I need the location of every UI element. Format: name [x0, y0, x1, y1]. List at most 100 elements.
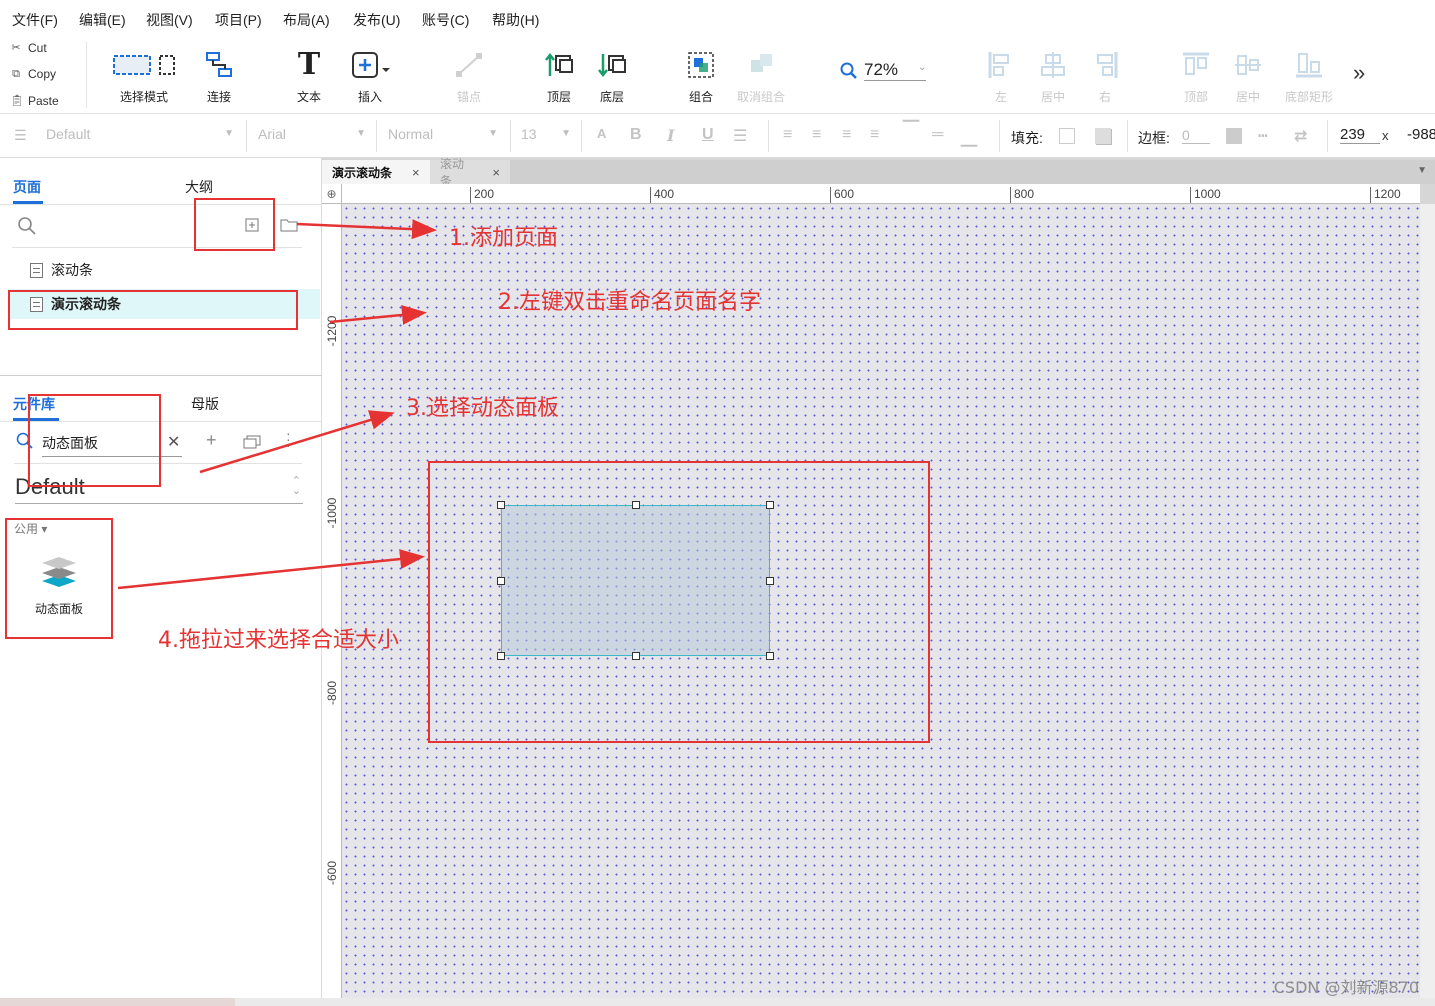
border-style-icon[interactable]: ┅: [1258, 126, 1268, 146]
bring-to-front-button[interactable]: 顶层: [531, 50, 587, 105]
copy-button[interactable]: ⧉ Copy: [10, 67, 56, 81]
doc-tab-active[interactable]: 演示滚动条 ×: [322, 160, 430, 184]
tab-masters[interactable]: 母版: [191, 394, 219, 414]
menu-edit[interactable]: 编辑(E): [79, 10, 126, 30]
font-size-value: 13: [521, 126, 537, 142]
annotation-2: 2.左键双击重命名页面名字: [498, 290, 761, 315]
font-size-select[interactable]: 13 ▼: [521, 126, 571, 142]
toolbar-divider: [86, 42, 87, 108]
page-item[interactable]: 滚动条: [8, 255, 320, 285]
tab-pages[interactable]: 页面: [13, 177, 41, 197]
connector-icon: [206, 52, 232, 77]
send-to-back-button[interactable]: 底层: [584, 50, 640, 105]
doc-tab[interactable]: 滚动条 ×: [430, 157, 510, 188]
font-weight-select[interactable]: Normal ▼: [388, 126, 498, 142]
x-position-input[interactable]: 239: [1340, 126, 1380, 144]
anchor-button[interactable]: 锚点: [441, 50, 497, 105]
select-mode-icon: [113, 55, 175, 75]
font-select[interactable]: Arial ▼: [258, 126, 366, 142]
align-text-right-icon[interactable]: ≡: [842, 126, 851, 144]
ruler-tick: 1200: [1370, 187, 1401, 203]
status-segment: [0, 998, 235, 1006]
valign-top-icon[interactable]: ⎺: [903, 120, 919, 138]
bold-icon[interactable]: B: [630, 126, 642, 144]
align-bottom-button[interactable]: 底部矩形: [1278, 50, 1340, 105]
y-position-input[interactable]: -988: [1407, 126, 1435, 143]
status-bar: [0, 998, 1435, 1006]
align-top-button[interactable]: 顶部: [1168, 50, 1224, 105]
annotation-box-widget: [5, 518, 113, 639]
tab-outline[interactable]: 大纲: [185, 177, 213, 197]
arrow-style-icon[interactable]: ⇄: [1294, 126, 1307, 146]
more-tools-icon[interactable]: »: [1353, 60, 1365, 86]
fill-color-swatch[interactable]: [1059, 128, 1075, 144]
menu-layout[interactable]: 布局(A): [283, 10, 330, 30]
clear-search-icon[interactable]: ✕: [167, 432, 180, 452]
vertical-scrollbar[interactable]: [1420, 204, 1435, 998]
paste-button[interactable]: 📋︎ Paste: [10, 94, 59, 108]
connect-label: 连接: [206, 90, 231, 104]
insert-button[interactable]: 插入: [342, 50, 398, 105]
tabs-menu-icon[interactable]: ▼: [1417, 165, 1427, 176]
align-text-left-icon[interactable]: ≡: [783, 126, 792, 144]
ruler-tick: -1000: [325, 497, 339, 529]
valign-bottom-icon[interactable]: ⎽: [961, 130, 977, 148]
menu-account[interactable]: 账号(C): [422, 10, 469, 30]
align-center-label: 居中: [1040, 90, 1065, 104]
align-right-button[interactable]: 右: [1077, 50, 1133, 105]
cut-button[interactable]: ✂ Cut: [10, 41, 46, 55]
search-icon[interactable]: [17, 216, 37, 236]
style-select-value: Default: [46, 126, 91, 142]
align-middle-button[interactable]: 居中: [1220, 50, 1276, 105]
style-select[interactable]: Default ▼: [46, 126, 234, 142]
bullet-list-icon[interactable]: ☰: [733, 126, 747, 146]
zoom-value[interactable]: 72%: [864, 60, 926, 81]
align-center-button[interactable]: 居中: [1025, 50, 1081, 105]
ruler-tick: 400: [650, 187, 674, 203]
valign-middle-icon[interactable]: ═: [932, 126, 943, 144]
menu-publish[interactable]: 发布(U): [353, 10, 400, 30]
text-tool-button[interactable]: T 文本: [281, 50, 337, 105]
watermark: CSDN @刘新源870: [1273, 978, 1419, 997]
align-right-icon: [1097, 52, 1118, 78]
menu-view[interactable]: 视图(V): [146, 10, 193, 30]
more-options-icon[interactable]: · · ·: [286, 426, 291, 452]
ungroup-button[interactable]: 取消组合: [733, 50, 789, 105]
fill-shadow-icon[interactable]: [1095, 128, 1111, 144]
annotation-4: 4.拖拉过来选择合适大小: [158, 628, 399, 653]
page-item-label: 滚动条: [51, 262, 93, 278]
send-to-back-icon: [598, 54, 626, 78]
ruler-corner-icon[interactable]: ⊕: [322, 184, 342, 204]
insert-label: 插入: [357, 90, 382, 104]
fill-label: 填充:: [1011, 130, 1043, 146]
menu-file[interactable]: 文件(F): [12, 10, 58, 30]
xy-separator: x: [1382, 128, 1389, 143]
divider: [1327, 120, 1328, 152]
paste-icon: 📋︎: [10, 95, 24, 107]
font-color-icon[interactable]: A: [597, 126, 606, 141]
zoom-control[interactable]: 72% ⌄: [840, 60, 926, 81]
border-width-input[interactable]: 0: [1182, 127, 1210, 144]
menu-help[interactable]: 帮助(H): [492, 10, 539, 30]
align-bottom-icon: [1296, 53, 1322, 78]
connect-button[interactable]: 连接: [191, 50, 247, 105]
select-mode-button[interactable]: 选择模式: [100, 50, 188, 105]
library-window-icon[interactable]: [243, 435, 261, 449]
ruler-tick: -800: [325, 680, 339, 706]
divider: [581, 120, 582, 152]
underline-icon[interactable]: U: [702, 126, 714, 144]
border-color-swatch[interactable]: [1226, 128, 1242, 144]
close-icon[interactable]: ×: [412, 165, 420, 180]
add-library-icon[interactable]: +: [206, 430, 217, 451]
align-text-center-icon[interactable]: ≡: [812, 126, 821, 144]
group-button[interactable]: 组合: [673, 50, 729, 105]
menu-project[interactable]: 项目(P): [215, 10, 262, 30]
close-icon[interactable]: ×: [492, 165, 500, 180]
justify-text-icon[interactable]: ≡: [870, 126, 879, 144]
add-folder-icon[interactable]: [280, 218, 298, 232]
annotation-box-search: [28, 394, 161, 487]
align-top-icon: [1183, 52, 1209, 75]
align-left-button[interactable]: 左: [973, 50, 1029, 105]
vertical-ruler: -1200 -1000 -800 -600: [322, 204, 342, 998]
italic-icon[interactable]: I: [667, 126, 674, 145]
